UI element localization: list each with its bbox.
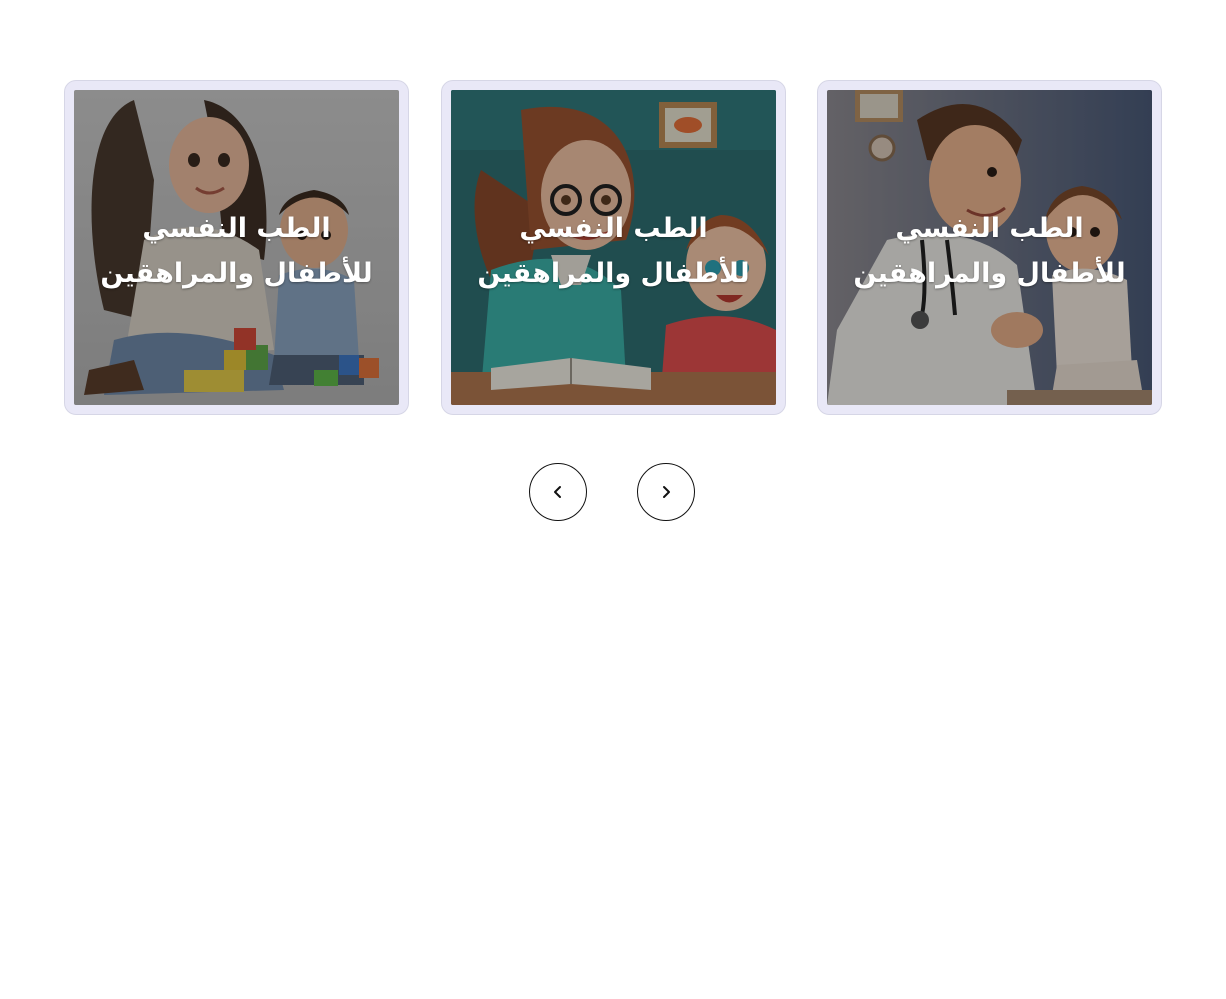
carousel-card[interactable]: الطب النفسي للأطفال والمراهقين [817, 80, 1162, 415]
card-image: الطب النفسي للأطفال والمراهقين [74, 90, 399, 405]
carousel-prev-button[interactable] [529, 463, 587, 521]
carousel-next-button[interactable] [637, 463, 695, 521]
card-image: الطب النفسي للأطفال والمراهقين [451, 90, 776, 405]
card-title: الطب النفسي للأطفال والمراهقين [853, 213, 1126, 289]
chevron-right-icon [663, 486, 670, 498]
card-title: الطب النفسي للأطفال والمراهقين [477, 213, 750, 289]
chevron-left-icon [554, 486, 561, 498]
card-image: الطب النفسي للأطفال والمراهقين [827, 90, 1152, 405]
carousel-card[interactable]: الطب النفسي للأطفال والمراهقين [441, 80, 786, 415]
carousel-card[interactable]: الطب النفسي للأطفال والمراهقين [64, 80, 409, 415]
carousel: الطب النفسي للأطفال والمراهقين الطب النف… [0, 0, 1226, 999]
card-title: الطب النفسي للأطفال والمراهقين [100, 213, 373, 289]
